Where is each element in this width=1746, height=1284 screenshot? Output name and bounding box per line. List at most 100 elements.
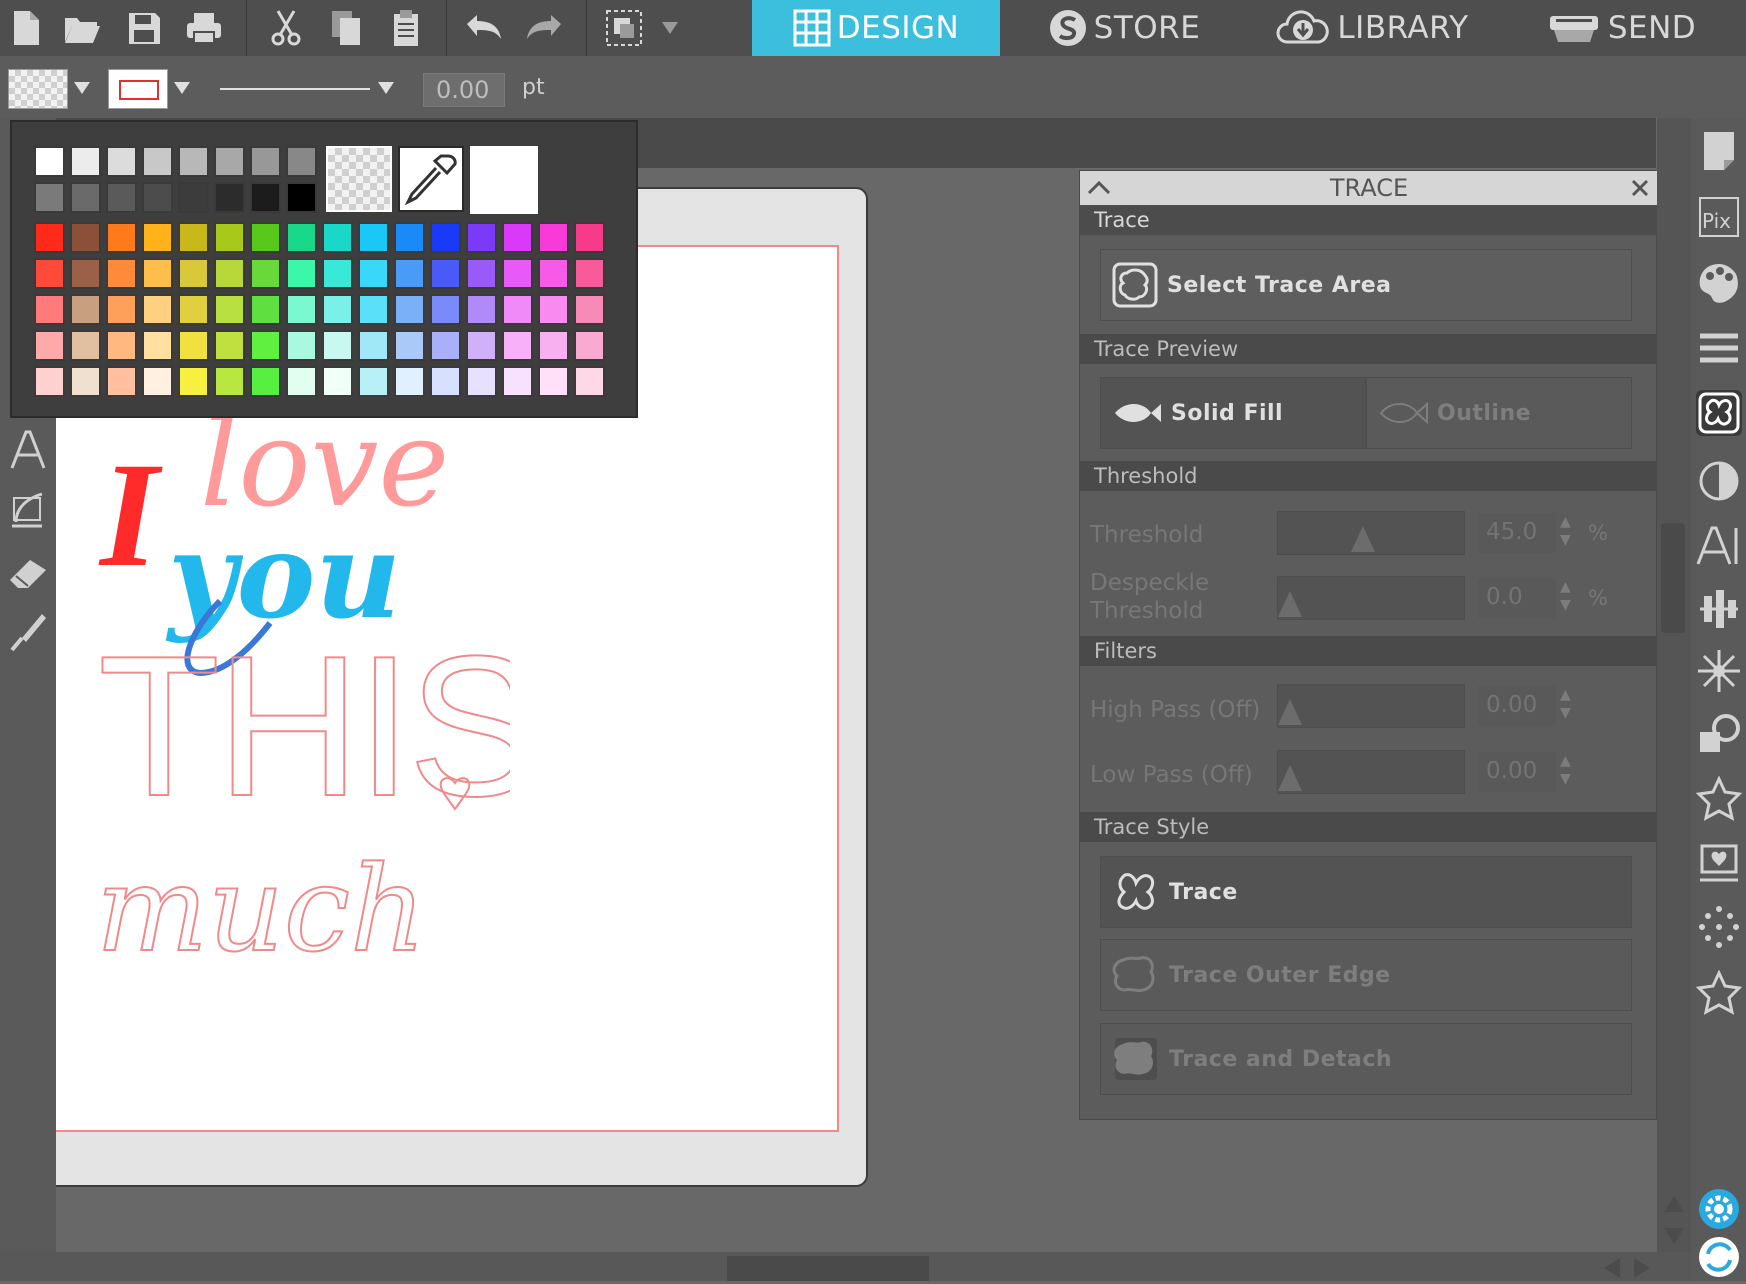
scroll-left-arrow-icon[interactable] bbox=[1598, 1256, 1626, 1284]
line-color-dropdown-arrow-icon[interactable] bbox=[174, 82, 190, 94]
replicate-icon[interactable] bbox=[1696, 648, 1742, 694]
color-swatch[interactable] bbox=[178, 222, 209, 253]
color-swatch[interactable] bbox=[106, 258, 137, 289]
color-swatch[interactable] bbox=[502, 330, 533, 361]
gray-swatch[interactable] bbox=[250, 146, 281, 177]
lettering-artwork[interactable]: I love you THIS much bbox=[90, 395, 510, 975]
despeckle-value[interactable]: 0.0 bbox=[1478, 578, 1556, 618]
gray-swatch[interactable] bbox=[286, 182, 317, 213]
color-swatch[interactable] bbox=[322, 294, 353, 325]
gray-swatch[interactable] bbox=[106, 182, 137, 213]
color-swatch[interactable] bbox=[358, 330, 389, 361]
sync-icon[interactable] bbox=[1696, 1234, 1742, 1280]
color-swatch[interactable] bbox=[574, 222, 605, 253]
chevron-down-icon[interactable] bbox=[662, 22, 678, 34]
color-swatch[interactable] bbox=[286, 258, 317, 289]
color-swatch[interactable] bbox=[430, 222, 461, 253]
undo-icon[interactable] bbox=[464, 8, 504, 48]
color-swatch[interactable] bbox=[34, 294, 65, 325]
rhinestone-icon[interactable] bbox=[1696, 904, 1742, 950]
low-pass-spinner[interactable]: ▲ ▼ bbox=[1560, 752, 1582, 792]
color-swatch[interactable] bbox=[142, 366, 173, 397]
color-swatch[interactable] bbox=[430, 366, 461, 397]
color-swatch[interactable] bbox=[34, 366, 65, 397]
eyedropper-button[interactable] bbox=[398, 146, 464, 212]
color-swatch[interactable] bbox=[142, 258, 173, 289]
text-tool-icon[interactable] bbox=[6, 428, 50, 472]
color-swatch[interactable] bbox=[538, 330, 569, 361]
color-swatch[interactable] bbox=[286, 330, 317, 361]
gray-swatch[interactable] bbox=[214, 146, 245, 177]
knife-icon[interactable] bbox=[6, 610, 50, 654]
color-swatch[interactable] bbox=[466, 222, 497, 253]
scroll-right-arrow-icon[interactable] bbox=[1628, 1256, 1656, 1284]
color-swatch[interactable] bbox=[34, 258, 65, 289]
transparent-swatch[interactable] bbox=[326, 146, 392, 212]
gray-swatch[interactable] bbox=[178, 146, 209, 177]
color-swatch[interactable] bbox=[430, 294, 461, 325]
open-folder-icon[interactable] bbox=[62, 8, 102, 48]
color-swatch[interactable] bbox=[70, 366, 101, 397]
outline-button[interactable]: Outline bbox=[1366, 377, 1632, 449]
horizontal-scrollbar-thumb[interactable] bbox=[727, 1256, 929, 1281]
color-swatch[interactable] bbox=[358, 294, 389, 325]
favorites-star-icon[interactable] bbox=[1695, 969, 1743, 1016]
color-swatch[interactable] bbox=[250, 366, 281, 397]
color-swatch[interactable] bbox=[250, 258, 281, 289]
color-swatch[interactable] bbox=[358, 222, 389, 253]
color-swatch[interactable] bbox=[394, 222, 425, 253]
scroll-down-arrow-icon[interactable] bbox=[1662, 1222, 1686, 1254]
color-swatch[interactable] bbox=[466, 258, 497, 289]
threshold-slider-knob[interactable] bbox=[1350, 526, 1375, 552]
line-style-select[interactable] bbox=[210, 69, 400, 109]
fill-color-icon[interactable] bbox=[1696, 260, 1742, 306]
color-swatch[interactable] bbox=[394, 366, 425, 397]
color-swatch[interactable] bbox=[250, 222, 281, 253]
color-swatch[interactable] bbox=[358, 258, 389, 289]
transform-icon[interactable] bbox=[1696, 712, 1742, 758]
gray-swatch[interactable] bbox=[70, 146, 101, 177]
copy-icon[interactable] bbox=[326, 8, 366, 48]
color-swatch[interactable] bbox=[502, 366, 533, 397]
gray-swatch[interactable] bbox=[142, 182, 173, 213]
color-swatch[interactable] bbox=[322, 330, 353, 361]
color-swatch[interactable] bbox=[394, 294, 425, 325]
line-style-icon[interactable] bbox=[1696, 326, 1742, 372]
line-width-input[interactable]: 0.00 bbox=[423, 73, 505, 107]
low-pass-value[interactable]: 0.00 bbox=[1478, 752, 1556, 792]
trace-and-detach-button[interactable]: Trace and Detach bbox=[1100, 1023, 1632, 1095]
color-swatch[interactable] bbox=[106, 294, 137, 325]
high-pass-slider[interactable] bbox=[1277, 684, 1465, 728]
color-swatch[interactable] bbox=[358, 366, 389, 397]
color-swatch[interactable] bbox=[286, 294, 317, 325]
new-document-icon[interactable] bbox=[6, 8, 46, 48]
tab-send[interactable]: SEND bbox=[1496, 0, 1746, 56]
settings-gear-icon[interactable] bbox=[1696, 1186, 1742, 1232]
gray-swatch[interactable] bbox=[34, 146, 65, 177]
color-swatch[interactable] bbox=[574, 330, 605, 361]
color-swatch[interactable] bbox=[574, 294, 605, 325]
color-swatch[interactable] bbox=[394, 258, 425, 289]
offset-icon[interactable] bbox=[1695, 775, 1743, 822]
color-swatch[interactable] bbox=[322, 366, 353, 397]
color-swatch[interactable] bbox=[502, 222, 533, 253]
fill-dropdown-arrow-icon[interactable] bbox=[74, 82, 90, 94]
color-swatch[interactable] bbox=[142, 222, 173, 253]
color-swatch[interactable] bbox=[250, 330, 281, 361]
color-swatch[interactable] bbox=[178, 330, 209, 361]
gray-swatch[interactable] bbox=[34, 182, 65, 213]
color-swatch[interactable] bbox=[430, 258, 461, 289]
color-swatch[interactable] bbox=[394, 330, 425, 361]
color-swatch[interactable] bbox=[106, 366, 137, 397]
image-effects-icon[interactable] bbox=[1696, 458, 1742, 504]
threshold-spinner[interactable]: ▲ ▼ bbox=[1560, 513, 1582, 553]
gray-swatch[interactable] bbox=[106, 146, 137, 177]
color-swatch[interactable] bbox=[214, 330, 245, 361]
despeckle-slider-knob[interactable] bbox=[1278, 591, 1302, 617]
color-swatch[interactable] bbox=[538, 366, 569, 397]
color-swatch[interactable] bbox=[286, 222, 317, 253]
gray-swatch[interactable] bbox=[214, 182, 245, 213]
gray-swatch[interactable] bbox=[250, 182, 281, 213]
tab-design[interactable]: DESIGN bbox=[752, 0, 1000, 56]
trace-button[interactable]: Trace bbox=[1100, 856, 1632, 928]
